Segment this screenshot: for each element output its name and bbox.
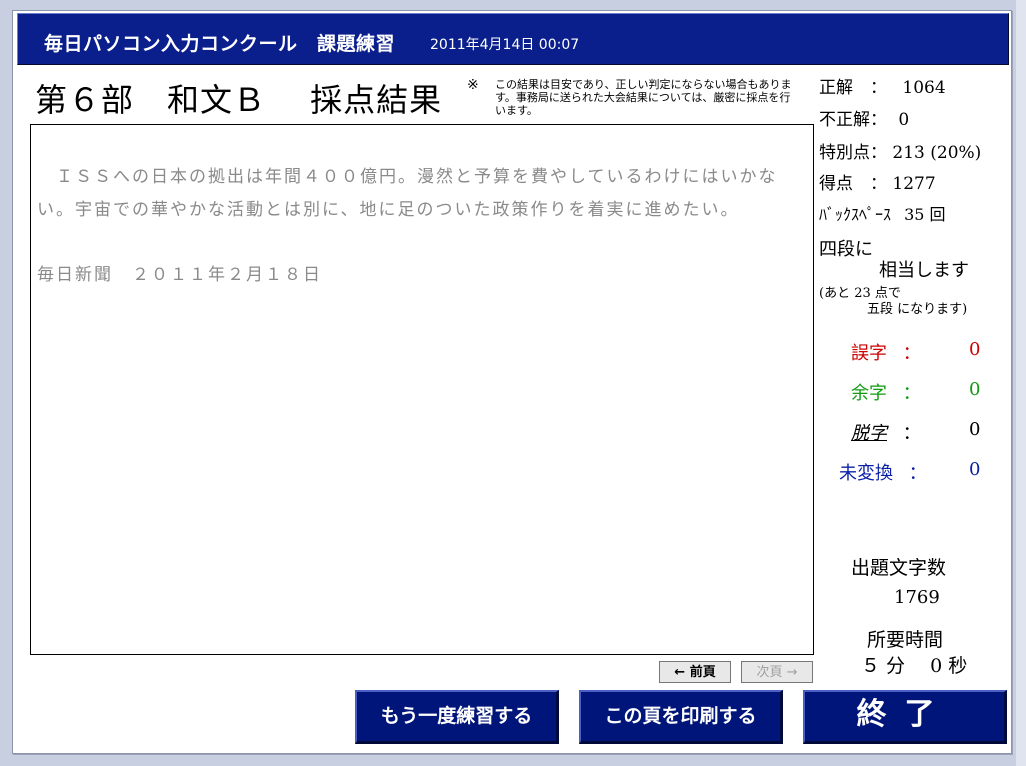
passage-text: ＩＳＳへの日本の拠出は年間４００億円。漫然と予算を費やしているわけにはいかない。…: [37, 167, 778, 220]
passage-source: 毎日新聞 ２０１１年２月１８日: [37, 265, 322, 285]
extra-value: 0: [969, 379, 981, 400]
print-button[interactable]: この頁を印刷する: [579, 690, 783, 744]
unconverted-label: 未変換: [839, 463, 893, 484]
missing-value: 0: [969, 419, 981, 440]
unconverted-separator: ：: [908, 463, 927, 484]
backspace-value: 35 回: [904, 205, 946, 224]
correct-stat: 正解 ： 1064: [819, 73, 946, 98]
result-window: 毎日パソコン入力コンクール 課題練習 2011年4月14日 00:07 第６部 …: [12, 10, 1012, 754]
chars-value: 1769: [894, 587, 940, 608]
incorrect-value: 0: [898, 110, 910, 130]
correct-value: 1064: [902, 78, 946, 98]
scoring-disclaimer: この結果は目安であり、正しい判定にならない場合もあります。事務局に送られた大会結…: [495, 78, 792, 117]
bonus-label: 特別点：: [819, 143, 887, 163]
backspace-label: ﾊﾞｯｸｽﾍﾟｰｽ: [819, 205, 892, 224]
typo-label: 誤字: [851, 343, 887, 364]
bonus-value: 213 (20%): [892, 143, 982, 163]
rank-line-2: 相当します: [879, 260, 969, 281]
retry-button[interactable]: もう一度練習する: [355, 690, 559, 744]
typo-value: 0: [969, 339, 981, 360]
time-value: ５ 分 0 秒: [861, 655, 968, 677]
score-value: 1277: [892, 174, 936, 194]
unconverted-value: 0: [969, 459, 981, 480]
missing-separator: ：: [902, 423, 921, 444]
incorrect-label: 不正解：: [819, 110, 887, 130]
typo-separator: ：: [902, 343, 921, 364]
extra-label: 余字: [851, 383, 887, 404]
time-label: 所要時間: [867, 629, 944, 651]
page-title: 第６部 和文Ｂ 採点結果: [35, 81, 443, 119]
extra-stat: 余字 ： 0: [851, 379, 980, 405]
passage-panel: ＩＳＳへの日本の拠出は年間４００億円。漫然と予算を費やしているわけにはいかない。…: [30, 124, 814, 655]
prev-page-button[interactable]: ← 前頁: [659, 661, 731, 683]
missing-stat: 脱字 ： 0: [851, 419, 980, 445]
score-label: 得点 ：: [819, 174, 887, 194]
note-mark: ※: [467, 77, 479, 93]
typo-stat: 誤字 ： 0: [851, 339, 980, 365]
window-edge: [1016, 0, 1026, 766]
next-rank-line-2: 五段 になります): [867, 302, 968, 317]
missing-label: 脱字: [851, 423, 887, 444]
chars-label: 出題文字数: [851, 557, 947, 579]
score-stat: 得点 ： 1277: [819, 169, 936, 194]
rank-line-1: 四段に: [819, 239, 873, 260]
extra-separator: ：: [902, 383, 921, 404]
backspace-stat: ﾊﾞｯｸｽﾍﾟｰｽ 35 回: [819, 201, 946, 225]
session-datetime: 2011年4月14日 00:07: [430, 37, 580, 53]
unconverted-stat: 未変換 ： 0: [839, 459, 980, 485]
next-page-button[interactable]: 次頁 →: [741, 661, 813, 683]
title-bar: 毎日パソコン入力コンクール 課題練習 2011年4月14日 00:07: [17, 13, 1009, 65]
incorrect-stat: 不正解： 0: [819, 105, 909, 130]
bonus-stat: 特別点： 213 (20%): [819, 138, 981, 163]
correct-label: 正解 ：: [819, 78, 887, 98]
app-title: 毎日パソコン入力コンクール 課題練習: [44, 33, 396, 55]
end-button[interactable]: 終了: [803, 690, 1007, 744]
